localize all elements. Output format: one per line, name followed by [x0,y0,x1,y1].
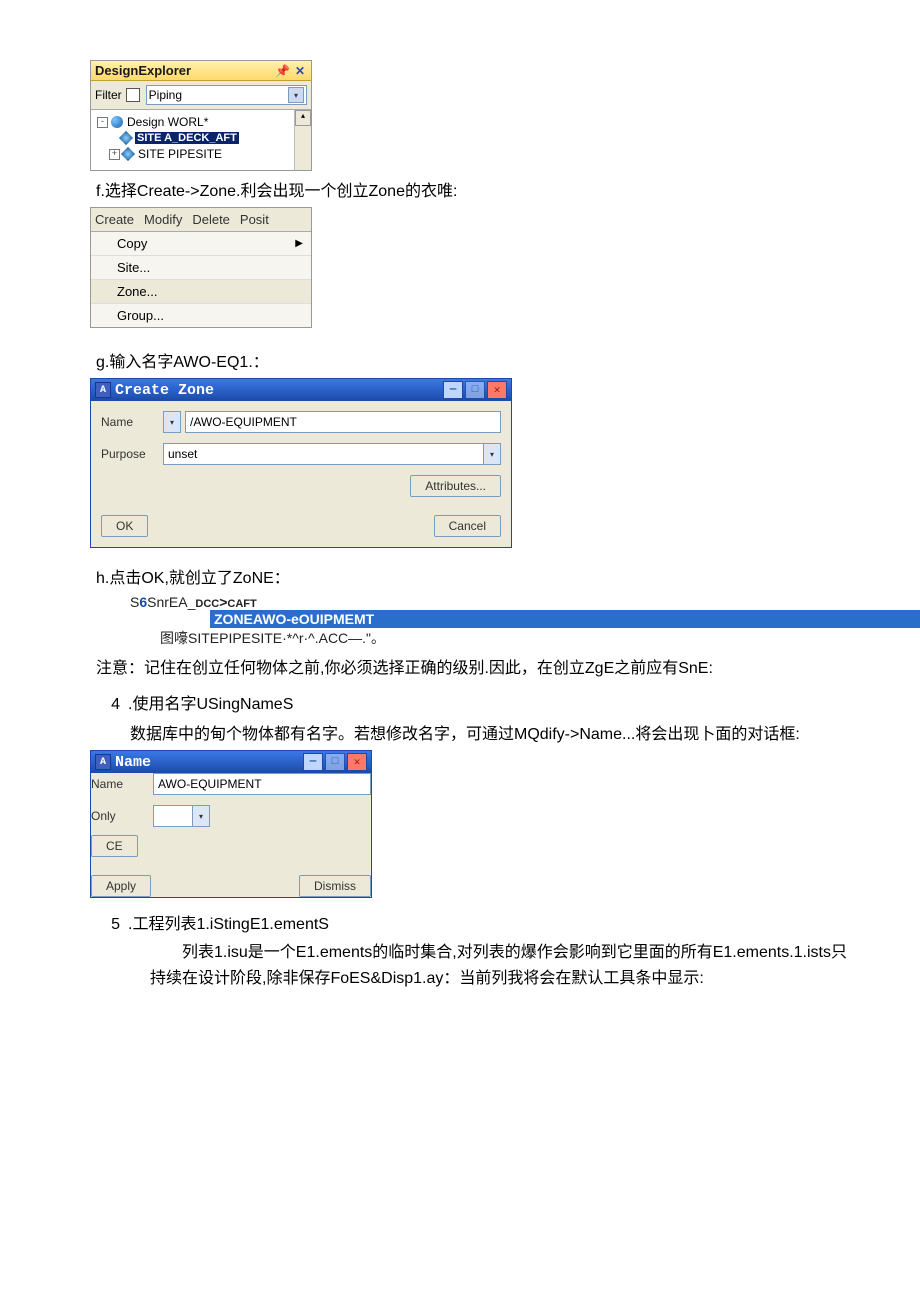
name-input-value: AWO-EQUIPMENT [158,777,262,791]
menu-modify-label[interactable]: Modify [144,212,182,227]
menu-header: Create Modify Delete Posit [91,208,311,232]
pin-icon[interactable]: 📌 [275,64,289,78]
purpose-value: unset [168,447,197,461]
minimize-icon[interactable]: — [443,381,463,399]
menu-item-label: Zone... [117,284,157,299]
expand-toggle-icon[interactable]: + [109,149,120,160]
menu-item-zone[interactable]: Zone... [91,280,311,304]
tree-node-selected[interactable]: SITE A_DECK_AFT [135,132,239,144]
arrow-right-icon: ▶ [295,238,303,249]
only-select[interactable] [153,805,193,827]
design-explorer-titlebar: DesignExplorer 📌 ✕ [91,61,311,81]
menu-create-label[interactable]: Create [95,212,134,227]
menu-item-label: Site... [117,260,150,275]
item5-body: 列表1.isu是一个E1.ements的临时集合,对列表的爆作会影响到它里面的所… [150,940,860,991]
step-h-text: h.点击OK,就创立了ZoNE： [96,564,860,588]
name-input-value: /AWO-EQUIPMENT [190,415,297,429]
item5-title: .工程列表1.iStingE1.ementS [128,910,329,934]
chevron-up-icon: ▴ [295,110,311,126]
filter-select[interactable]: Piping ▾ [146,85,307,105]
scrollbar-vertical[interactable]: ▴ [294,110,311,170]
create-menu: Create Modify Delete Posit Copy ▶ Site..… [90,207,312,328]
tree-node-label[interactable]: SITE PIPESITE [137,147,222,161]
maximize-icon[interactable]: □ [465,381,485,399]
filter-checkbox[interactable] [126,88,140,102]
chevron-down-icon: ▾ [288,87,304,103]
tree-area: ▴ - Design WORL* SITE A_DECK_AFT + SITE … [91,110,311,170]
item4-title: .使用名字USingNameS [128,690,293,714]
tree-root-label[interactable]: Design WORL* [126,115,208,129]
name-dialog: A Name — □ ✕ Name AWO-EQUIPMENT Only ▾ C… [90,750,372,898]
hierarchy-line2: 图嚎SITEPIPESITE·*^r·^.ACC—."。 [130,628,860,648]
filter-select-value: Piping [149,88,182,102]
item4-number: 4 [90,696,120,714]
app-icon: A [95,754,111,770]
filter-label: Filter [95,88,122,102]
zone-line: ZONEAWO-eOUIPMEMT [210,610,920,628]
design-explorer-panel: DesignExplorer 📌 ✕ Filter Piping ▾ ▴ - D… [90,60,312,171]
name-label: Name [91,777,153,791]
name-label: Name [101,415,163,429]
minimize-icon[interactable]: — [303,753,323,771]
cancel-button[interactable]: Cancel [434,515,501,537]
site-icon [119,131,133,145]
expand-toggle-icon[interactable]: - [97,117,108,128]
ok-button[interactable]: OK [101,515,148,537]
globe-icon [111,116,123,128]
menu-posit-label[interactable]: Posit [240,212,269,227]
menu-delete-label[interactable]: Delete [192,212,230,227]
step-f-text: f.选择Create->Zone.利会出现一个创立Zone的衣唯: [96,177,860,201]
apply-button[interactable]: Apply [91,875,151,897]
purpose-label: Purpose [101,447,163,461]
only-label: Only [91,809,153,823]
menu-item-group[interactable]: Group... [91,304,311,327]
step-g-text: g.输入名字AWO-EQ1.： [96,348,860,372]
filter-row: Filter Piping ▾ [91,81,311,110]
name-input[interactable]: AWO-EQUIPMENT [153,773,371,795]
create-zone-dialog: A Create Zone — □ ✕ Name ▾ /AWO-EQUIPMEN… [90,378,512,548]
close-icon[interactable]: ✕ [293,64,307,78]
close-icon[interactable]: ✕ [487,381,507,399]
design-explorer-title: DesignExplorer [95,63,191,78]
chevron-down-icon[interactable]: ▾ [192,805,210,827]
close-icon[interactable]: ✕ [347,753,367,771]
menu-item-label: Copy [117,236,147,251]
note-text: 注意：记住在创立任何物体之前,你必须选择正确的级别.因此，在创立ZgE之前应有S… [96,654,860,678]
hierarchy-line1: S6SnrEA_DCC>CAFT [130,594,860,610]
item4-body: 数据库中的甸个物体都有名字。若想修改名字，可通过MQdify->Name...将… [130,720,860,744]
name-input[interactable]: /AWO-EQUIPMENT [185,411,501,433]
menu-item-site[interactable]: Site... [91,256,311,280]
app-icon: A [95,382,111,398]
site-icon [121,147,135,161]
name-dialog-titlebar: A Name — □ ✕ [91,751,371,773]
name-dialog-title: Name [115,754,151,771]
dismiss-button[interactable]: Dismiss [299,875,371,897]
create-zone-title: Create Zone [115,382,214,399]
menu-item-copy[interactable]: Copy ▶ [91,232,311,256]
item5-number: 5 [90,916,120,934]
purpose-select[interactable]: unset [163,443,484,465]
ce-button[interactable]: CE [91,835,138,857]
maximize-icon[interactable]: □ [325,753,345,771]
create-zone-titlebar: A Create Zone — □ ✕ [91,379,511,401]
menu-item-label: Group... [117,308,164,323]
chevron-down-icon[interactable]: ▾ [163,411,181,433]
attributes-button[interactable]: Attributes... [410,475,501,497]
chevron-down-icon[interactable]: ▾ [483,443,501,465]
